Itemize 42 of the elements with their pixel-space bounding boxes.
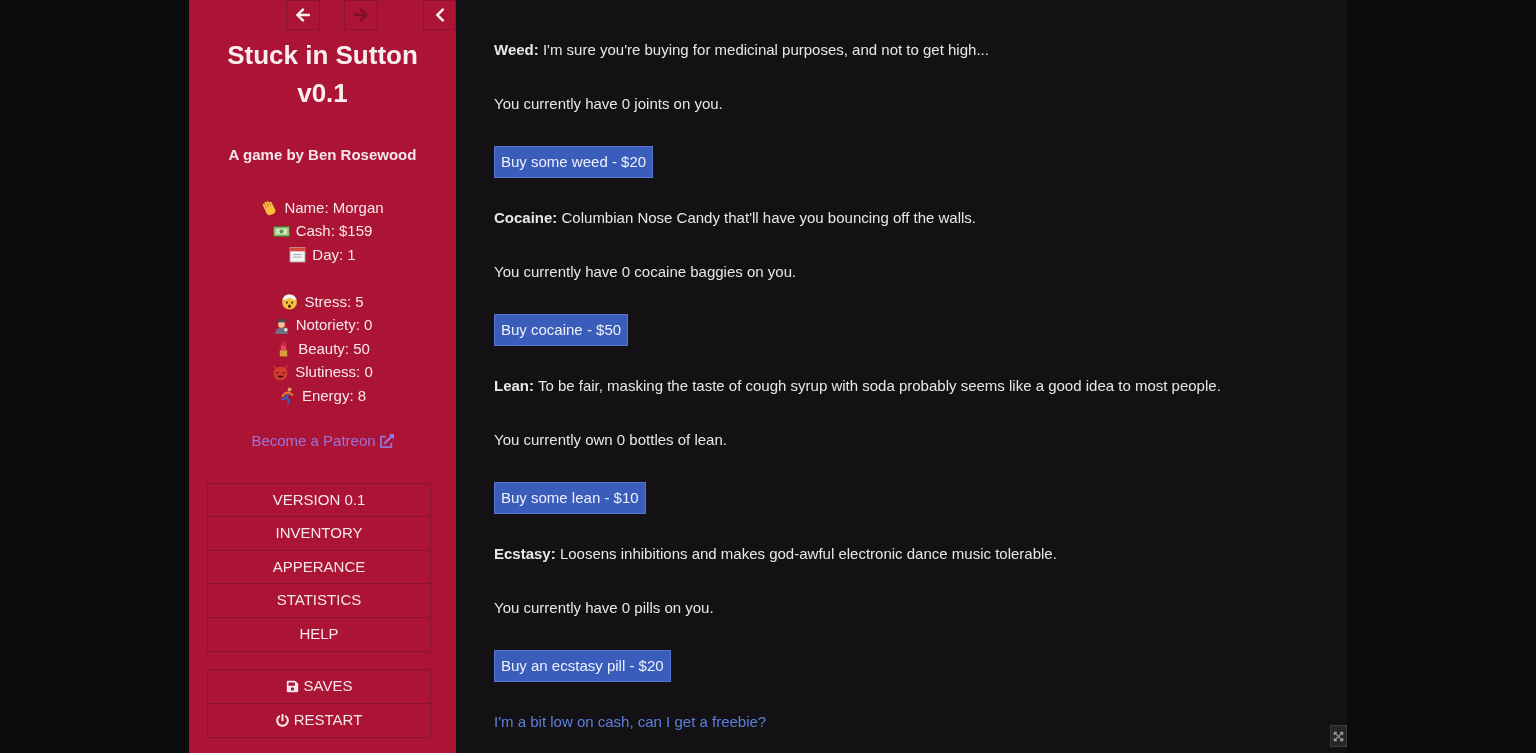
- item-description: Ecstasy: Loosens inhibitions and makes god-awful electronic dance music tolerable.: [494, 544, 1057, 564]
- stat-text: Name: Morgan: [284, 197, 384, 218]
- buy-button[interactable]: Buy cocaine - $50: [494, 314, 629, 346]
- stat-text: Day: 1: [312, 244, 356, 265]
- collapse-sidebar-button[interactable]: [423, 0, 456, 30]
- item-description: Cocaine: Columbian Nose Candy that'll have you bouncing off the walls.: [494, 208, 977, 228]
- game-title: Stuck in Sutton v0.1: [226, 39, 419, 110]
- game-author: A game by Ben Rosewood: [227, 145, 418, 165]
- stat-text: Notoriety: 0: [295, 315, 373, 336]
- external-link-icon: [379, 433, 394, 448]
- arrow-left-icon: [294, 7, 311, 23]
- menu-item[interactable]: SAVES: [208, 670, 430, 704]
- menu-item[interactable]: INVENTORY: [208, 517, 430, 551]
- stat-text: Stress: 5: [304, 291, 364, 312]
- arrow-right-icon: [352, 7, 369, 23]
- buy-button[interactable]: Buy some weed - $20: [494, 146, 654, 178]
- stat-text: Cash: $159: [295, 221, 373, 242]
- menu-item[interactable]: RESTART: [208, 703, 430, 737]
- hat-person-icon: [272, 316, 290, 334]
- power-icon: [275, 713, 289, 727]
- item-count: You currently own 0 bottles of lean.: [494, 430, 727, 450]
- menu-item[interactable]: APPERANCE: [208, 550, 430, 584]
- stat-text: Beauty: 50: [298, 338, 370, 359]
- menu-item[interactable]: HELP: [208, 617, 430, 651]
- item-count: You currently have 0 joints on you.: [494, 94, 723, 114]
- stat-text: Slutiness: 0: [295, 362, 373, 383]
- item-count: You currently have 0 pills on you.: [494, 598, 714, 618]
- back-button[interactable]: [285, 0, 320, 30]
- stat-text: Energy: 8: [301, 385, 367, 406]
- shocked-face-icon: [281, 293, 299, 311]
- calendar-icon: [289, 246, 307, 264]
- item-description: Weed: I'm sure you're buying for medicinal purposes, and not to get high...: [494, 40, 989, 60]
- freebie-link[interactable]: I'm a bit low on cash, can I get a freebie?: [494, 710, 767, 734]
- expand-icon[interactable]: [1330, 725, 1347, 747]
- buy-button[interactable]: Buy some lean - $10: [494, 482, 646, 514]
- buy-button[interactable]: Buy an ecstasy pill - $20: [494, 650, 671, 682]
- item-count: You currently have 0 cocaine baggies on you.: [494, 262, 797, 282]
- menu-item[interactable]: VERSION 0.1: [208, 483, 430, 517]
- runner-icon: [278, 387, 296, 405]
- devil-face-icon: [272, 363, 290, 381]
- menu-item[interactable]: STATISTICS: [208, 584, 430, 618]
- item-description: Lean: To be fair, masking the taste of cough syrup with soda probably seems like a good idea to most people.: [494, 376, 1221, 396]
